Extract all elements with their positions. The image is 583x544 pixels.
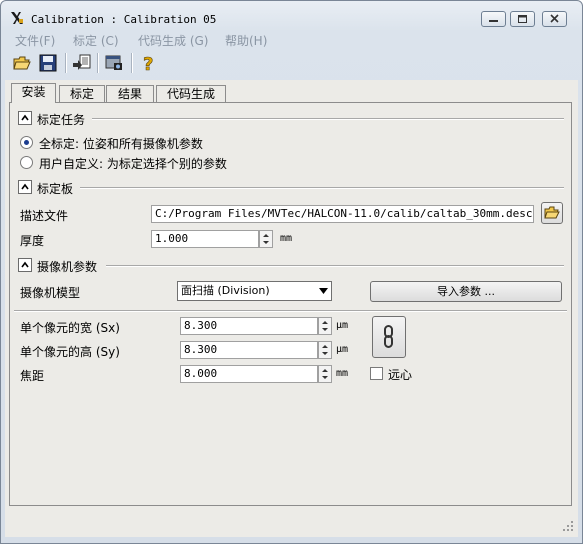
section-divider (106, 265, 564, 267)
sy-unit: µm (336, 344, 349, 355)
user-defined-label: 用户自定义: 为标定选择个别的参数 (39, 157, 227, 171)
menu-file[interactable]: 文件(F) (15, 32, 55, 49)
minimize-icon (489, 20, 498, 22)
spinner-arrows-icon (322, 369, 328, 379)
camera-collapse-button[interactable] (18, 258, 32, 272)
sx-label: 单个像元的宽 (Sx) (20, 321, 120, 335)
close-icon (550, 14, 559, 23)
export-button[interactable] (71, 52, 93, 74)
camera-window-icon (105, 55, 122, 70)
setup-panel: 标定任务 全标定: 位姿和所有摄像机参数 用户自定义: 为标定选择个别的参数 标… (9, 102, 572, 506)
tab-setup[interactable]: 安装 (11, 83, 56, 103)
export-icon (73, 54, 91, 70)
camera-model-value: 面扫描 (Division) (181, 284, 270, 297)
description-file-field[interactable]: C:/Program Files/MVTec/HALCON-11.0/calib… (151, 205, 534, 223)
thickness-field[interactable]: 1.000 (151, 230, 259, 248)
tab-results[interactable]: 结果 (106, 85, 154, 102)
camera-model-label: 摄像机模型 (20, 286, 81, 300)
divider-line (14, 310, 567, 312)
thickness-label: 厚度 (20, 234, 45, 248)
description-file-label: 描述文件 (20, 209, 69, 223)
sy-label: 单个像元的高 (Sy) (20, 345, 120, 359)
help-button[interactable]: ? (137, 52, 159, 76)
browse-file-button[interactable] (541, 202, 563, 224)
spinner-arrows-icon (322, 345, 328, 355)
sx-spinner[interactable] (318, 317, 332, 335)
resize-grip-icon[interactable] (562, 520, 574, 532)
thickness-unit: mm (280, 233, 293, 244)
tab-code-generation[interactable]: 代码生成 (156, 85, 226, 102)
camera-model-select[interactable]: 面扫描 (Division) (177, 281, 332, 301)
chevron-up-icon (21, 261, 29, 268)
menu-help[interactable]: 帮助(H) (225, 32, 267, 49)
open-folder-icon (13, 56, 31, 70)
plate-collapse-button[interactable] (18, 180, 32, 194)
radio-full-calibration[interactable] (20, 136, 33, 149)
sx-unit: µm (336, 320, 349, 331)
window-title: Calibration : Calibration 05 (31, 13, 217, 26)
section-divider (80, 187, 564, 189)
camera-section-title: 摄像机参数 (37, 260, 98, 274)
task-section-title: 标定任务 (37, 113, 86, 127)
sy-field[interactable]: 8.300 (180, 341, 318, 359)
maximize-icon (518, 15, 527, 23)
link-pixel-size-button[interactable] (372, 316, 406, 358)
menu-calibrate[interactable]: 标定 (C) (73, 32, 119, 49)
save-button[interactable] (37, 52, 59, 74)
import-parameters-button[interactable]: 导入参数 ... (370, 281, 562, 302)
thickness-spinner[interactable] (259, 230, 273, 248)
toolbar-separator (131, 53, 133, 73)
spinner-arrows-icon (322, 321, 328, 331)
open-folder-icon (544, 206, 560, 219)
chevron-up-icon (21, 183, 29, 190)
telecentric-label: 远心 (388, 368, 413, 382)
full-calibration-label: 全标定: 位姿和所有摄像机参数 (39, 137, 203, 151)
sy-spinner[interactable] (318, 341, 332, 359)
chevron-down-icon (319, 288, 328, 294)
focal-length-field[interactable]: 8.000 (180, 365, 318, 383)
menu-codegen[interactable]: 代码生成 (G) (138, 32, 208, 49)
toolbar-separator (65, 53, 67, 73)
chain-link-icon (384, 325, 393, 348)
radio-user-defined[interactable] (20, 156, 33, 169)
telecentric-checkbox[interactable] (370, 367, 383, 380)
focal-length-unit: mm (336, 368, 349, 379)
plate-section-title: 标定板 (37, 182, 74, 196)
svg-text:?: ? (143, 54, 153, 74)
open-button[interactable] (11, 52, 33, 74)
focal-length-spinner[interactable] (318, 365, 332, 383)
toolbar-separator (97, 53, 99, 73)
task-collapse-button[interactable] (18, 111, 32, 125)
calibration-window: Calibration : Calibration 05 文件(F) 标定 (C… (0, 0, 583, 544)
close-button[interactable] (542, 11, 567, 27)
help-icon: ? (143, 54, 154, 76)
sx-field[interactable]: 8.300 (180, 317, 318, 335)
spinner-arrows-icon (263, 234, 269, 244)
chevron-up-icon (21, 114, 29, 121)
focal-length-label: 焦距 (20, 369, 45, 383)
status-bar (5, 510, 578, 536)
camera-window-button[interactable] (103, 52, 125, 74)
client-area: 安装 标定 结果 代码生成 标定任务 全标定: 位姿和所有摄像机参数 用户自定义… (5, 80, 578, 537)
toolbar: ? (5, 50, 578, 77)
minimize-button[interactable] (481, 11, 506, 27)
halcon-app-icon (11, 12, 23, 24)
tab-calibration[interactable]: 标定 (59, 85, 105, 102)
title-bar[interactable]: Calibration : Calibration 05 (1, 1, 582, 31)
save-icon (39, 54, 57, 72)
section-divider (92, 118, 564, 120)
maximize-button[interactable] (510, 11, 535, 27)
